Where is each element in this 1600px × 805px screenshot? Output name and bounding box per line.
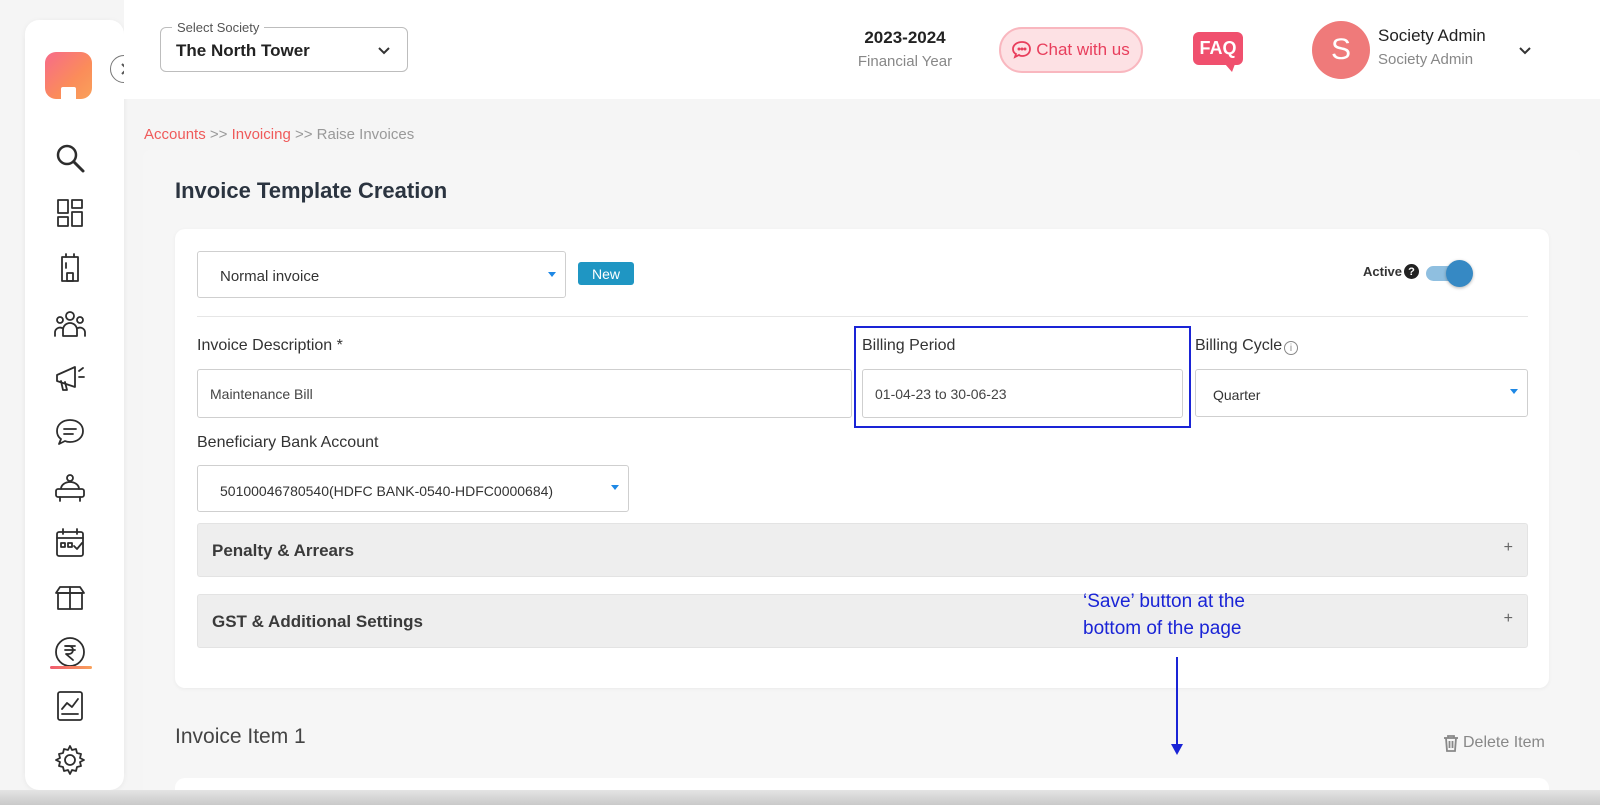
breadcrumb-separator: >> bbox=[294, 126, 313, 143]
invoice-item-title: Invoice Item 1 bbox=[175, 725, 306, 748]
bank-account-label: Beneficiary Bank Account bbox=[197, 434, 379, 451]
society-select-value: The North Tower bbox=[176, 41, 310, 60]
invoice-type-select[interactable]: Normal invoice bbox=[197, 251, 566, 298]
society-select[interactable]: Select Society The North Tower bbox=[160, 20, 408, 72]
store-icon[interactable] bbox=[52, 580, 88, 616]
user-name: Society Admin bbox=[1378, 26, 1486, 45]
community-icon[interactable] bbox=[52, 305, 88, 341]
accordion-title: Penalty & Arrears bbox=[212, 541, 355, 560]
billing-cycle-label: Billing Cycle bbox=[1195, 337, 1283, 354]
trash-icon bbox=[1444, 735, 1458, 752]
announcement-icon[interactable] bbox=[52, 360, 88, 396]
society-select-label: Select Society bbox=[172, 20, 265, 35]
breadcrumb-accounts[interactable]: Accounts bbox=[144, 126, 206, 143]
billing-period-label: Billing Period bbox=[862, 337, 956, 354]
building-icon[interactable] bbox=[52, 250, 88, 286]
billing-period-input[interactable]: 01-04-23 to 30-06-23 bbox=[862, 369, 1183, 418]
breadcrumb-raise-invoices: Raise Invoices bbox=[316, 126, 415, 143]
annotation-line: ‘Save’ button at the bbox=[1083, 591, 1245, 612]
help-icon[interactable]: ? bbox=[1404, 264, 1419, 279]
app-logo[interactable] bbox=[45, 52, 92, 99]
financial-year: 2023-2024 Financial Year bbox=[845, 28, 965, 70]
user-role: Society Admin bbox=[1378, 51, 1474, 68]
chat-with-us-label: Chat with us bbox=[1036, 40, 1130, 59]
delete-item-button[interactable]: Delete Item bbox=[1443, 734, 1545, 752]
arrow-down-icon bbox=[1171, 744, 1183, 755]
annotation-arrow bbox=[1176, 657, 1178, 745]
accordion-title: GST & Additional Settings bbox=[212, 612, 423, 631]
faq-button[interactable]: FAQ bbox=[1193, 32, 1243, 72]
penalty-arrears-accordion[interactable]: Penalty & Arrears + bbox=[197, 523, 1528, 577]
bank-account-value: 50100046780540(HDFC BANK-0540-HDFC000068… bbox=[220, 483, 554, 499]
sidebar bbox=[25, 20, 124, 790]
breadcrumb: Accounts >> Invoicing >> Raise Invoices bbox=[144, 126, 414, 143]
chat-with-us-button[interactable]: Chat with us bbox=[999, 27, 1143, 73]
expand-icon: + bbox=[1503, 610, 1513, 627]
annotation-line: bottom of the page bbox=[1083, 618, 1242, 639]
avatar[interactable]: S bbox=[1312, 21, 1370, 79]
annotation-note: ‘Save’ button at the bottom of the page bbox=[1083, 588, 1245, 642]
info-icon[interactable]: i bbox=[1284, 341, 1298, 355]
chevron-down-icon bbox=[377, 43, 391, 57]
chat-bubble-icon bbox=[1012, 41, 1032, 59]
financial-year-label: Financial Year bbox=[857, 53, 953, 70]
reports-icon[interactable] bbox=[52, 688, 88, 724]
caret-down-icon bbox=[611, 485, 619, 490]
billing-cycle-select[interactable]: Quarter bbox=[1195, 369, 1528, 417]
settings-icon[interactable] bbox=[52, 742, 88, 778]
new-template-button[interactable]: New bbox=[578, 262, 634, 285]
gst-settings-accordion[interactable]: GST & Additional Settings + bbox=[197, 594, 1528, 648]
toggle-thumb bbox=[1446, 260, 1473, 287]
billing-cycle-value: Quarter bbox=[1213, 387, 1261, 403]
page-title: Invoice Template Creation bbox=[175, 178, 448, 203]
breadcrumb-separator: >> bbox=[209, 126, 228, 143]
invoice-type-value: Normal invoice bbox=[220, 268, 320, 285]
rupee-icon[interactable] bbox=[52, 634, 88, 670]
invoice-description-input[interactable]: Maintenance Bill bbox=[197, 369, 852, 418]
user-menu-chevron-icon[interactable] bbox=[1517, 42, 1533, 58]
breadcrumb-invoicing[interactable]: Invoicing bbox=[232, 126, 291, 143]
active-indicator bbox=[50, 666, 92, 669]
invoice-description-label: Invoice Description * bbox=[197, 337, 343, 354]
delete-item-label: Delete Item bbox=[1463, 734, 1545, 751]
chat-icon[interactable] bbox=[52, 415, 88, 451]
bank-account-select[interactable]: 50100046780540(HDFC BANK-0540-HDFC000068… bbox=[197, 465, 629, 512]
calendar-icon[interactable] bbox=[52, 525, 88, 561]
active-label: Active bbox=[1363, 264, 1403, 279]
caret-down-icon bbox=[1510, 389, 1518, 394]
search-icon[interactable] bbox=[52, 140, 88, 176]
active-toggle[interactable] bbox=[1426, 260, 1473, 287]
financial-year-value: 2023-2024 bbox=[864, 28, 946, 47]
dashboard-icon[interactable] bbox=[52, 195, 88, 231]
caret-down-icon bbox=[548, 272, 556, 277]
amenities-icon[interactable] bbox=[52, 470, 88, 506]
expand-icon: + bbox=[1503, 539, 1513, 556]
window-bottom-edge bbox=[0, 790, 1600, 805]
divider bbox=[197, 316, 1528, 317]
